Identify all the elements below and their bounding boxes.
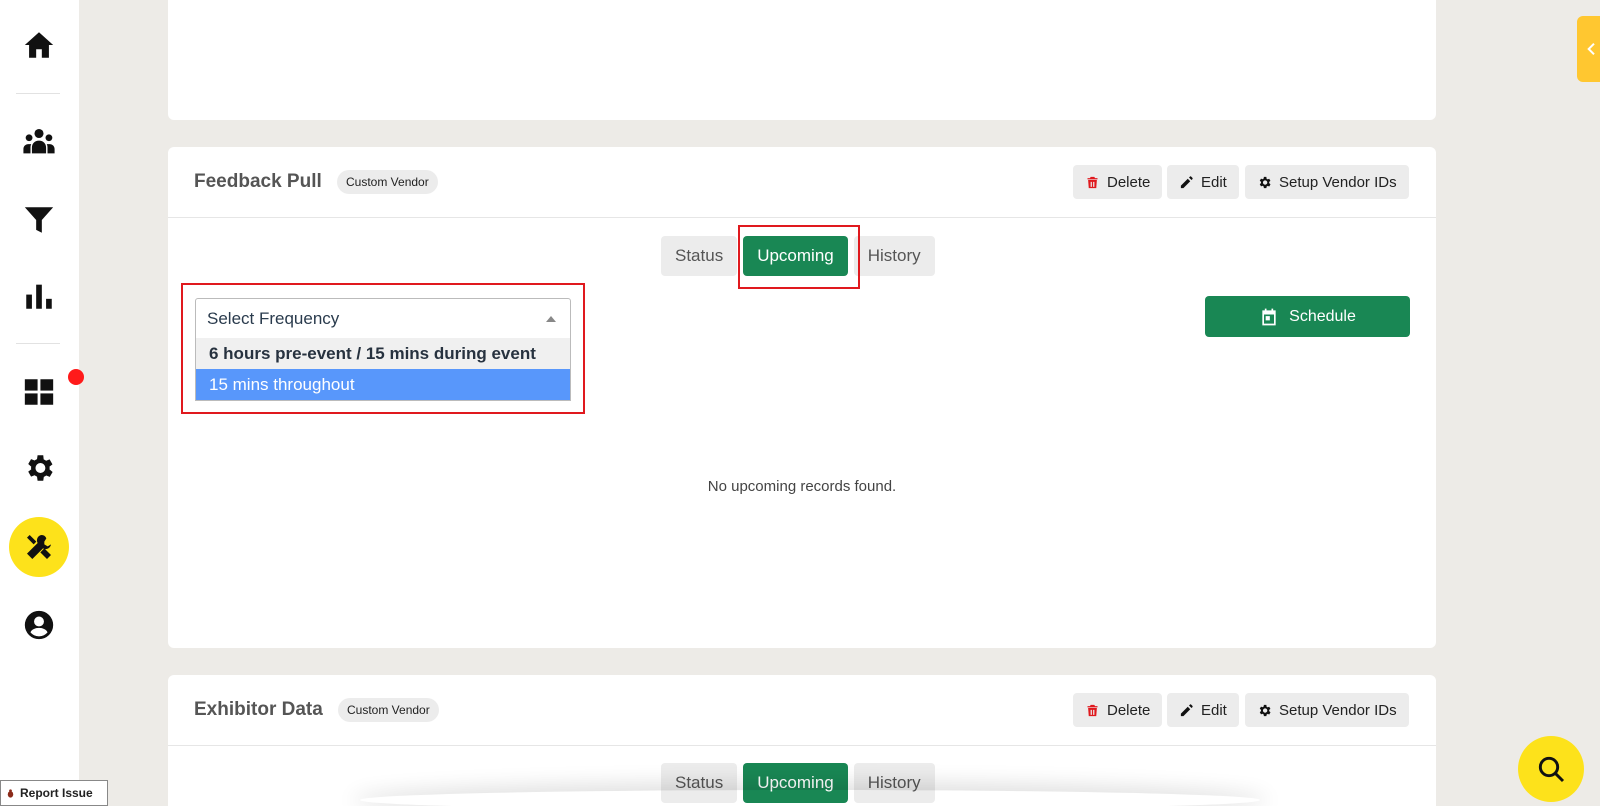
- gear-icon: [1259, 704, 1271, 716]
- search-icon: [1538, 756, 1565, 783]
- people-icon: [22, 128, 55, 154]
- search-fab[interactable]: [1518, 736, 1584, 802]
- delete-label: Delete: [1107, 173, 1151, 191]
- side-panel-toggle[interactable]: [1577, 16, 1600, 82]
- notification-dot: [67, 369, 84, 385]
- nav-reports[interactable]: [0, 276, 77, 316]
- trash-icon: [1087, 176, 1098, 188]
- nav-home[interactable]: [0, 25, 77, 65]
- vendor-badge: Custom Vendor: [337, 170, 438, 194]
- highlight-box-upcoming: [738, 225, 860, 289]
- nav-dashboard[interactable]: [0, 369, 84, 412]
- sidebar: [0, 0, 84, 806]
- filter-icon: [24, 207, 53, 233]
- previous-card: [168, 0, 1436, 120]
- tools-icon: [26, 535, 51, 559]
- report-issue-label: Report Issue: [20, 786, 93, 800]
- schedule-label: Schedule: [1289, 307, 1356, 325]
- bar-chart-icon: [25, 284, 52, 309]
- setup-label: Setup Vendor IDs: [1279, 701, 1397, 719]
- nav-settings[interactable]: [0, 448, 77, 488]
- delete-label: Delete: [1107, 701, 1151, 719]
- nav-people[interactable]: [0, 122, 77, 162]
- bottom-shadow: [360, 790, 1260, 806]
- empty-message: No upcoming records found.: [707, 478, 897, 495]
- edit-button[interactable]: Edit: [1167, 165, 1239, 199]
- setup-vendor-ids-button[interactable]: Setup Vendor IDs: [1245, 693, 1409, 727]
- card-title: Feedback Pull: [194, 171, 322, 192]
- delete-button[interactable]: Delete: [1073, 165, 1163, 199]
- delete-button[interactable]: Delete: [1073, 693, 1163, 727]
- bug-icon: [7, 788, 14, 798]
- pencil-icon: [1180, 175, 1193, 188]
- setup-vendor-ids-button[interactable]: Setup Vendor IDs: [1245, 165, 1409, 199]
- report-issue-button[interactable]: Report Issue: [0, 780, 108, 806]
- trash-icon: [1087, 704, 1098, 716]
- nav-tools[interactable]: [0, 516, 77, 578]
- home-icon: [24, 32, 53, 58]
- dashboard-icon: [24, 379, 53, 405]
- setup-label: Setup Vendor IDs: [1279, 173, 1397, 191]
- highlight-box-frequency: [181, 283, 585, 414]
- card-title: Exhibitor Data: [194, 699, 323, 720]
- schedule-button[interactable]: Schedule: [1205, 296, 1410, 337]
- pencil-icon: [1180, 703, 1193, 716]
- chevron-left-icon: [1587, 42, 1595, 56]
- account-icon: [24, 610, 53, 640]
- card-header: Exhibitor Data Custom Vendor Delete Edit…: [168, 675, 1436, 746]
- nav-account[interactable]: [0, 605, 77, 645]
- vendor-badge: Custom Vendor: [338, 698, 439, 722]
- tab-status[interactable]: Status: [661, 236, 738, 276]
- edit-label: Edit: [1201, 701, 1227, 719]
- nav-divider: [16, 93, 60, 94]
- nav-divider: [16, 343, 60, 344]
- nav-tools-active: [8, 517, 69, 577]
- edit-button[interactable]: Edit: [1167, 693, 1239, 727]
- gear-icon: [27, 455, 53, 481]
- exhibitor-data-card: Exhibitor Data Custom Vendor Delete Edit…: [168, 675, 1436, 806]
- gear-icon: [1259, 176, 1271, 188]
- edit-label: Edit: [1201, 173, 1227, 191]
- nav-filter[interactable]: [0, 200, 77, 240]
- card-header: Feedback Pull Custom Vendor Delete Edit …: [168, 147, 1436, 218]
- calendar-icon: [1262, 308, 1276, 325]
- tab-history[interactable]: History: [853, 236, 935, 276]
- feedback-pull-card: Feedback Pull Custom Vendor Delete Edit …: [168, 147, 1436, 648]
